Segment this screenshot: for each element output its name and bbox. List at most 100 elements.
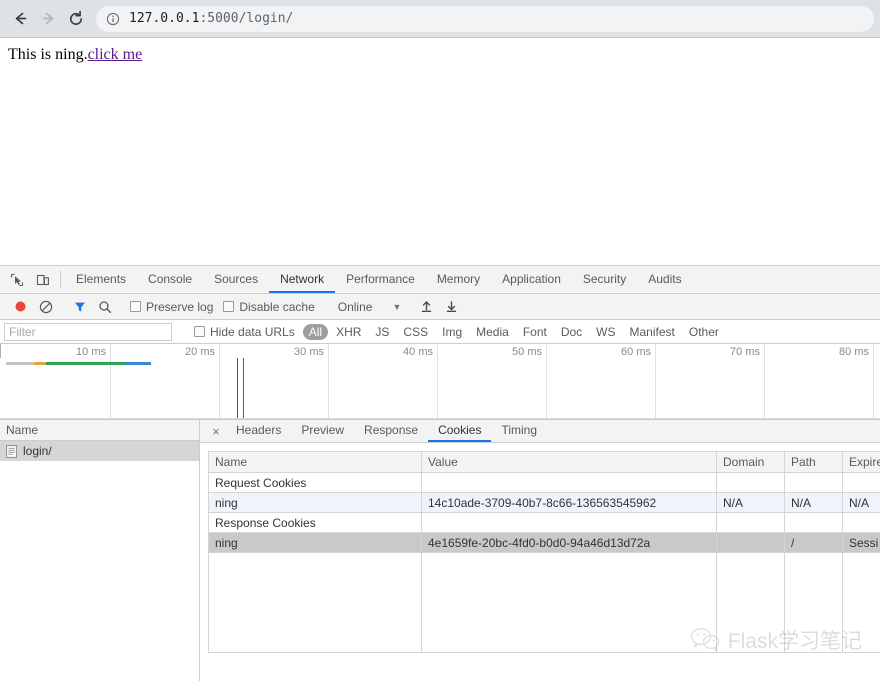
cookies-col-expires[interactable]: Expire <box>842 451 880 473</box>
cookies-group-response: Response Cookies <box>208 512 880 533</box>
back-button[interactable] <box>6 5 34 33</box>
cookie-expires: Sessi <box>842 532 880 553</box>
clear-button[interactable] <box>33 296 58 318</box>
filter-toggle-button[interactable] <box>67 296 92 318</box>
overview-gridline <box>546 344 547 419</box>
disable-cache-label: Disable cache <box>239 299 315 314</box>
tab-security[interactable]: Security <box>572 266 637 293</box>
forward-arrow-icon <box>42 12 53 25</box>
tab-sources[interactable]: Sources <box>203 266 269 293</box>
overview-tick-label: 50 ms <box>512 346 542 358</box>
toolbar-divider <box>60 271 61 288</box>
throttle-dropdown[interactable]: Online ▼ <box>338 300 402 314</box>
cookies-col-name[interactable]: Name <box>208 451 422 473</box>
tab-elements[interactable]: Elements <box>65 266 137 293</box>
overview-request-band <box>126 362 151 365</box>
detail-tab-headers[interactable]: Headers <box>226 420 291 442</box>
search-button[interactable] <box>92 296 117 318</box>
preserve-log-checkbox[interactable]: Preserve log <box>130 300 213 314</box>
page-content: This is ning.click me <box>0 38 880 266</box>
cookie-domain: N/A <box>716 492 785 513</box>
preserve-log-label: Preserve log <box>146 299 214 314</box>
url-path: :5000/login/ <box>199 11 294 26</box>
hide-data-urls-checkbox[interactable]: Hide data URLs <box>194 325 295 339</box>
device-toolbar-icon <box>36 274 49 285</box>
click-me-link[interactable]: click me <box>88 46 143 63</box>
close-icon[interactable]: × <box>206 420 226 442</box>
cookies-col-path[interactable]: Path <box>784 451 843 473</box>
preserve-log-box <box>130 301 141 312</box>
filter-type-all[interactable]: All <box>302 323 329 340</box>
devtools-tabbar: Elements Console Sources Network Perform… <box>0 266 880 294</box>
url-bar[interactable]: 127.0.0.1:5000/login/ <box>96 5 874 32</box>
upload-arrow-icon <box>422 301 432 313</box>
filter-type-img[interactable]: Img <box>436 324 468 340</box>
filter-type-js[interactable]: JS <box>369 324 395 340</box>
search-icon <box>98 300 111 313</box>
filter-type-ws[interactable]: WS <box>590 324 621 340</box>
devtools-panel: Elements Console Sources Network Perform… <box>0 266 880 681</box>
chevron-down-icon: ▼ <box>392 301 402 312</box>
detail-tabbar: × Headers Preview Response Cookies Timin… <box>200 420 880 443</box>
download-arrow-icon <box>447 301 457 313</box>
cookie-row-request-ning[interactable]: ning 14c10ade-3709-40b7-8c66-13656354596… <box>208 492 880 513</box>
network-overview-timeline[interactable]: 10 ms 20 ms 30 ms 40 ms 50 ms 60 ms 70 m… <box>0 344 880 420</box>
overview-gridline <box>873 344 874 419</box>
cookie-path: / <box>784 532 843 553</box>
url-text: 127.0.0.1:5000/login/ <box>129 11 293 26</box>
filter-input[interactable]: Filter <box>4 322 172 341</box>
request-list-header[interactable]: Name <box>0 420 199 441</box>
tab-performance[interactable]: Performance <box>335 266 426 293</box>
filter-type-css[interactable]: CSS <box>397 324 434 340</box>
cookie-row-response-ning[interactable]: ning 4e1659fe-20bc-4fd0-b0d0-94a46d13d72… <box>208 532 880 553</box>
filter-bar: Filter Hide data URLs All XHR JS CSS Img… <box>0 320 880 344</box>
cookie-value: 4e1659fe-20bc-4fd0-b0d0-94a46d13d72a <box>421 532 717 553</box>
overview-gridline <box>655 344 656 419</box>
throttle-value: Online <box>337 299 373 314</box>
toggle-device-toolbar-button[interactable] <box>30 266 56 293</box>
import-har-button[interactable] <box>414 296 439 318</box>
tab-application[interactable]: Application <box>491 266 572 293</box>
browser-toolbar: 127.0.0.1:5000/login/ <box>0 0 880 38</box>
cookies-col-value[interactable]: Value <box>421 451 717 473</box>
overview-request-band <box>46 362 126 365</box>
overview-gridline <box>764 344 765 419</box>
detail-tab-timing[interactable]: Timing <box>491 420 547 442</box>
detail-tab-preview[interactable]: Preview <box>291 420 354 442</box>
reload-button[interactable] <box>62 5 90 33</box>
filter-type-xhr[interactable]: XHR <box>330 324 367 340</box>
group-blank <box>784 512 843 533</box>
disable-cache-checkbox[interactable]: Disable cache <box>223 299 315 314</box>
overview-tick-label: 60 ms <box>621 346 651 358</box>
group-blank <box>421 472 717 493</box>
cookies-col-domain[interactable]: Domain <box>716 451 785 473</box>
record-circle-icon <box>15 301 26 312</box>
filter-type-manifest[interactable]: Manifest <box>624 324 681 340</box>
filter-type-font[interactable]: Font <box>517 324 553 340</box>
filler-cell <box>842 552 880 653</box>
detail-tab-cookies[interactable]: Cookies <box>428 420 492 442</box>
filter-type-doc[interactable]: Doc <box>555 324 588 340</box>
group-label: Request Cookies <box>208 472 422 493</box>
detail-tab-response[interactable]: Response <box>354 420 428 442</box>
inspect-element-button[interactable] <box>4 266 30 293</box>
reload-icon <box>69 10 83 25</box>
tab-memory[interactable]: Memory <box>426 266 491 293</box>
overview-tick-label: 20 ms <box>185 346 215 358</box>
request-row-login[interactable]: login/ <box>0 441 199 461</box>
overview-tick-label: 40 ms <box>403 346 433 358</box>
filter-type-media[interactable]: Media <box>470 324 515 340</box>
tab-console[interactable]: Console <box>137 266 203 293</box>
tab-audits[interactable]: Audits <box>637 266 692 293</box>
export-har-button[interactable] <box>439 296 464 318</box>
cookie-value: 14c10ade-3709-40b7-8c66-136563545962 <box>421 492 717 513</box>
forward-button[interactable] <box>34 5 62 33</box>
page-info-icon[interactable] <box>106 12 120 26</box>
filter-type-other[interactable]: Other <box>683 324 725 340</box>
tab-network[interactable]: Network <box>269 266 336 293</box>
overview-tick-label: 70 ms <box>730 346 760 358</box>
overview-request-band <box>34 362 46 365</box>
inspect-cursor-icon <box>10 273 24 286</box>
document-icon <box>6 444 17 458</box>
record-button[interactable] <box>8 296 33 318</box>
